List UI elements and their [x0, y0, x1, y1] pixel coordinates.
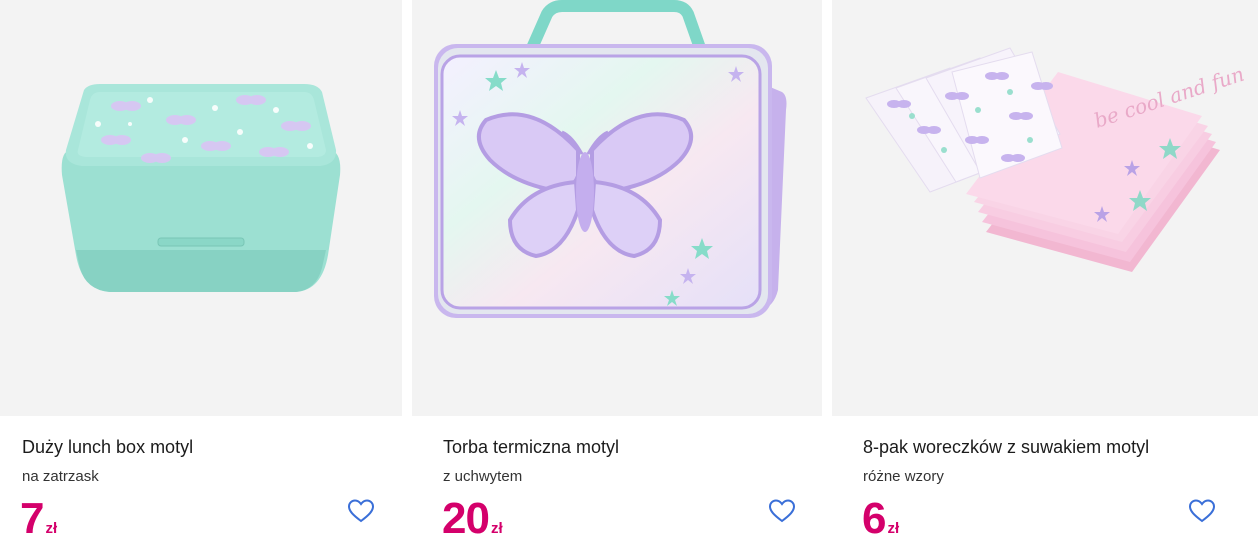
product-image-thermal-bag[interactable] [412, 0, 822, 416]
product-price: 7 zł [20, 494, 57, 544]
product-title[interactable]: Duży lunch box motyl [22, 437, 193, 458]
price-currency: zł [45, 520, 58, 537]
product-card[interactable]: Duży lunch box motyl na zatrzask 7 zł [0, 0, 402, 558]
product-title[interactable]: 8-pak woreczków z suwakiem motyl [863, 437, 1149, 458]
heart-outline-icon[interactable] [347, 498, 375, 524]
product-card[interactable]: be cool and fun 8-pak woreczków z suwaki… [832, 0, 1258, 558]
product-grid: Duży lunch box motyl na zatrzask 7 zł To… [0, 0, 1258, 558]
price-amount: 7 [20, 494, 45, 543]
price-amount: 6 [862, 494, 887, 543]
product-image-zip-bags[interactable]: be cool and fun [832, 0, 1258, 416]
price-currency: zł [490, 520, 503, 537]
product-price: 20 zł [442, 494, 503, 544]
product-subtitle: różne wzory [863, 468, 944, 485]
price-amount: 20 [442, 494, 490, 543]
heart-outline-icon[interactable] [768, 498, 796, 524]
product-price: 6 zł [862, 494, 899, 544]
product-image-lunch-box[interactable] [0, 0, 402, 416]
price-currency: zł [887, 520, 900, 537]
product-subtitle: na zatrzask [22, 468, 99, 485]
product-title[interactable]: Torba termiczna motyl [443, 437, 619, 458]
product-subtitle: z uchwytem [443, 468, 523, 485]
heart-outline-icon[interactable] [1188, 498, 1216, 524]
product-card[interactable]: Torba termiczna motyl z uchwytem 20 zł [412, 0, 822, 558]
